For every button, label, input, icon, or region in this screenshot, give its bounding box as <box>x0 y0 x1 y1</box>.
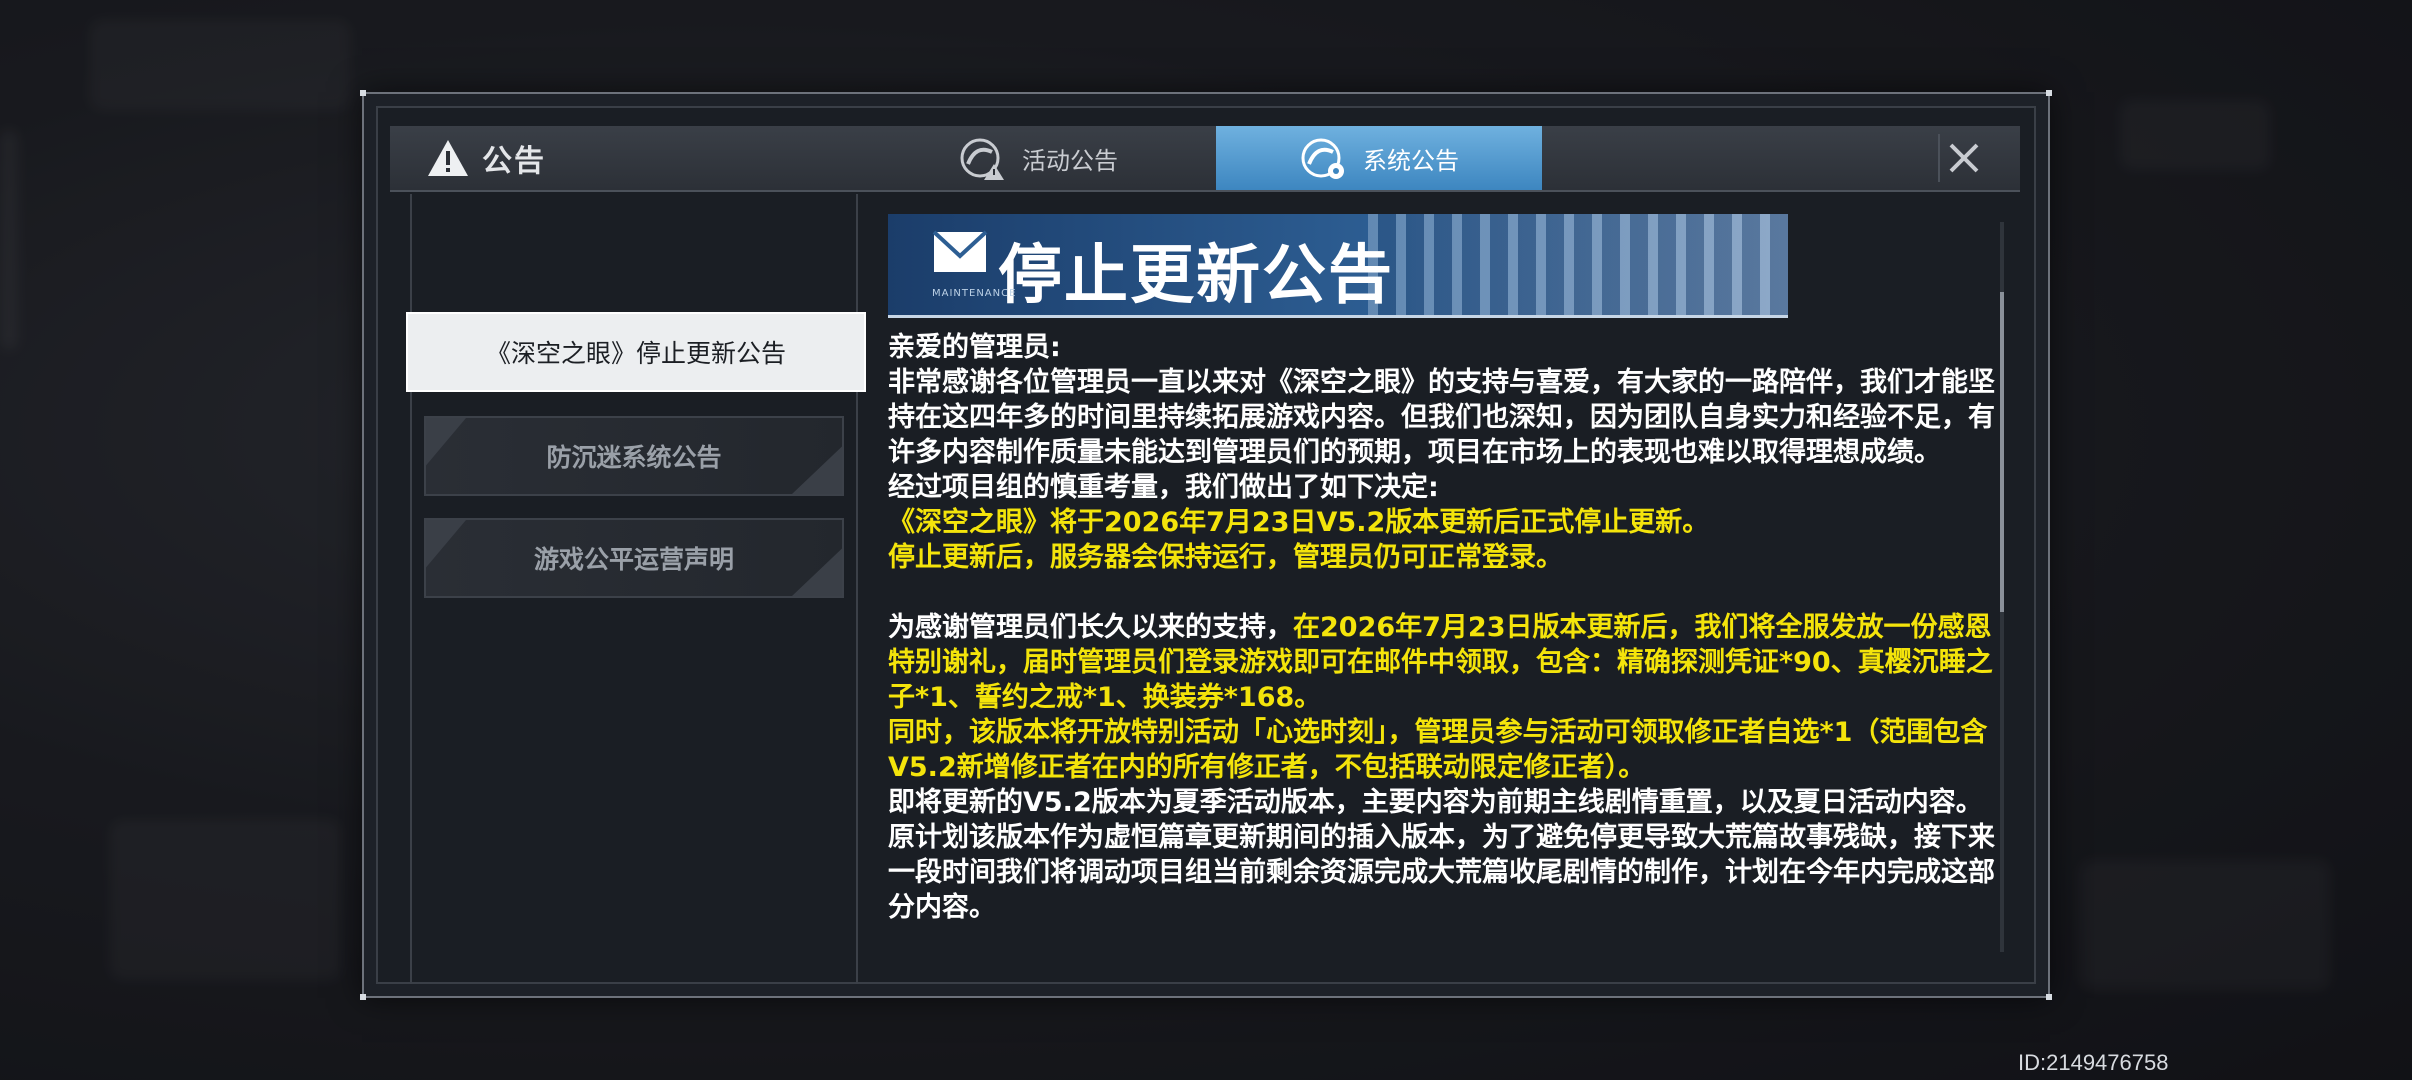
list-item-label: 防沉迷系统公告 <box>546 443 722 472</box>
highlight-paragraph: 《深空之眼》将于2026年7月23日V5.2版本更新后正式停止更新。 <box>888 507 1710 538</box>
tab-bar: 公告 活动公告 系统公告 <box>390 126 2020 192</box>
tab-system[interactable]: 系统公告 <box>1216 126 1542 190</box>
highlight-paragraph: 同时，该版本将开放特别活动「心选时刻」，管理员参与活动可领取修正者自选*1（范围… <box>888 717 1988 783</box>
paragraph: 经过项目组的慎重考量，我们做出了如下决定: <box>888 472 1439 503</box>
activity-icon <box>960 138 1004 180</box>
item-decoration <box>426 520 466 568</box>
paragraph: 即将更新的V5.2版本为夏季活动版本，主要内容为前期主线剧情重置，以及夏日活动内… <box>888 787 1995 923</box>
user-id: ID:2149476758 <box>2018 1050 2169 1075</box>
announcement-dialog: 公告 活动公告 系统公告 《深空之眼》停止更新公告 防沉迷系统公告 游戏公平运营… <box>360 90 2052 1000</box>
item-decoration <box>792 446 842 494</box>
paragraph-lead: 为感谢管理员们长久以来的支持， <box>888 612 1293 643</box>
list-item-fair-operation[interactable]: 游戏公平运营声明 <box>424 518 844 598</box>
paragraph: 非常感谢各位管理员一直以来对《深空之眼》的支持与喜爱，有大家的一路陪伴，我们才能… <box>888 367 1995 468</box>
announcement-list: 《深空之眼》停止更新公告 防沉迷系统公告 游戏公平运营声明 <box>406 194 866 984</box>
tab-activity-label: 活动公告 <box>1022 146 1118 175</box>
paragraph: 为感谢管理员们长久以来的支持，在2026年7月23日版本更新后，我们将全服发放一… <box>888 610 1998 715</box>
close-icon <box>1949 143 1979 173</box>
banner-cityscape <box>1368 214 1788 318</box>
warning-icon <box>428 140 468 176</box>
greeting: 亲爱的管理员: <box>888 332 1061 363</box>
announcement-content[interactable]: 停止更新公告 MAINTENANCE 亲爱的管理员: 非常感谢各位管理员一直以来对… <box>888 214 2006 994</box>
list-item-stop-update[interactable]: 《深空之眼》停止更新公告 <box>406 312 866 392</box>
banner-subtitle: MAINTENANCE <box>932 288 1017 299</box>
announcement-body: 亲爱的管理员: 非常感谢各位管理员一直以来对《深空之眼》的支持与喜爱，有大家的一路… <box>888 330 1998 925</box>
announcement-banner: 停止更新公告 MAINTENANCE <box>888 214 1788 318</box>
highlight-paragraph: 停止更新后，服务器会保持运行，管理员仍可正常登录。 <box>888 542 1563 573</box>
mail-icon <box>932 230 988 272</box>
banner-title: 停止更新公告 <box>998 238 1394 313</box>
list-item-label: 游戏公平运营声明 <box>533 545 734 574</box>
tab-system-label: 系统公告 <box>1363 146 1459 175</box>
item-decoration <box>792 548 842 596</box>
system-icon <box>1301 138 1344 179</box>
list-item-anti-addiction[interactable]: 防沉迷系统公告 <box>424 416 844 496</box>
tab-activity[interactable]: 活动公告 <box>958 126 1258 190</box>
close-button[interactable] <box>1938 134 1988 182</box>
scrollbar-thumb[interactable] <box>2000 292 2004 612</box>
dialog-title: 公告 <box>426 126 546 190</box>
dialog-title-text: 公告 <box>482 144 546 179</box>
list-item-label: 《深空之眼》停止更新公告 <box>485 339 786 368</box>
item-decoration <box>426 418 466 466</box>
